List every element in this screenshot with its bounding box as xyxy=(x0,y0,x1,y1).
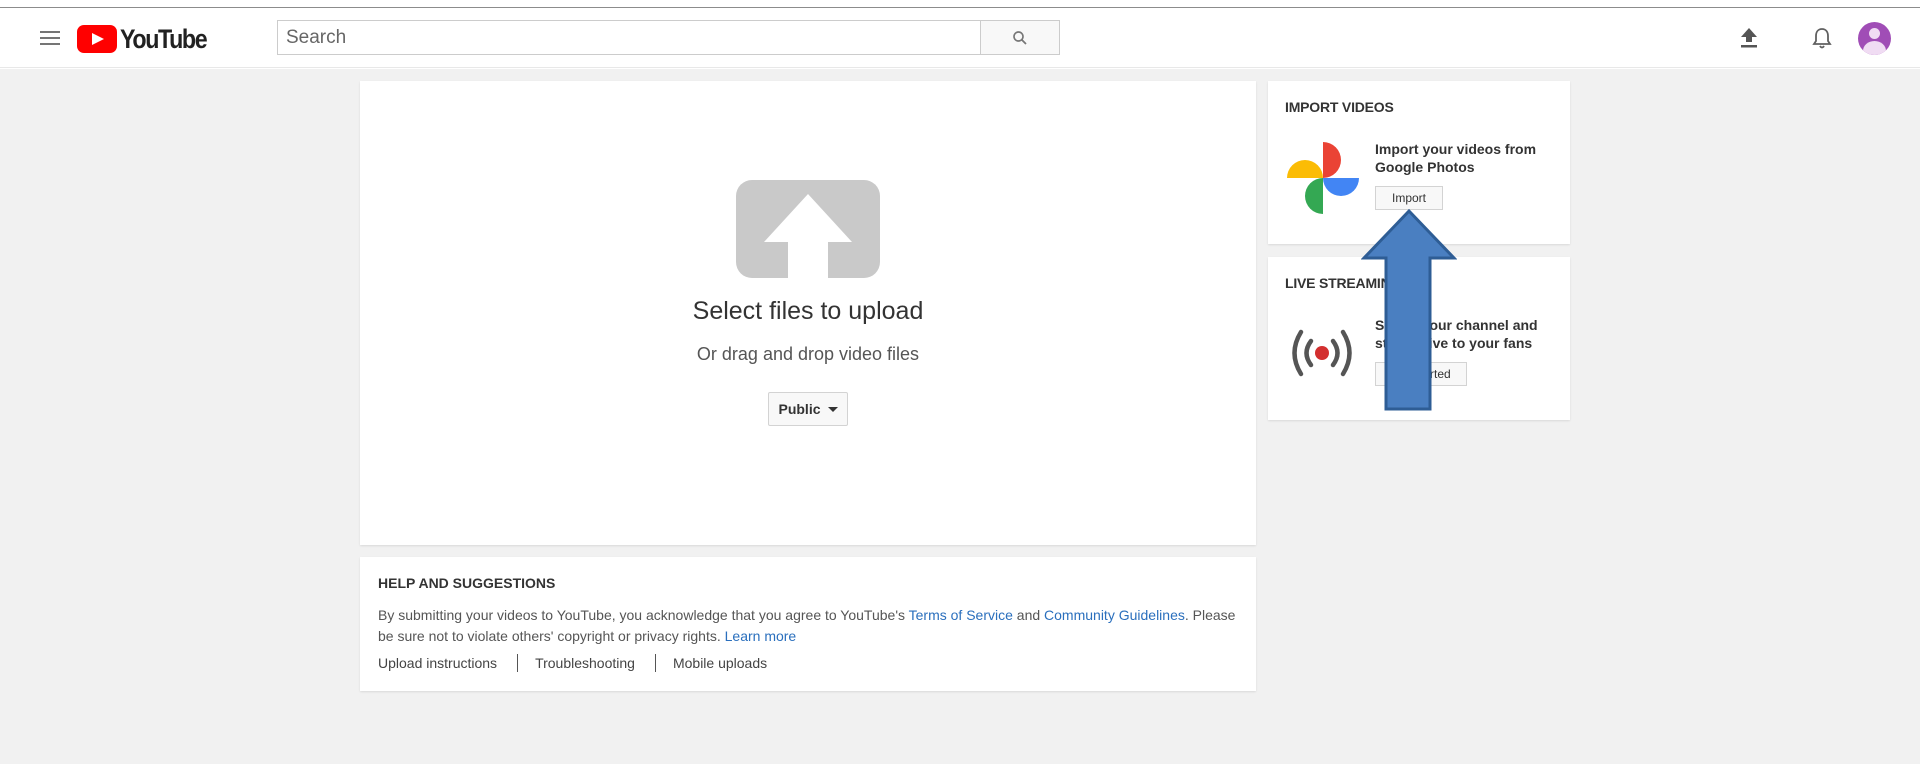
upload-panel[interactable]: Select files to upload Or drag and drop … xyxy=(360,81,1256,545)
search-placeholder: Search xyxy=(286,26,347,48)
chevron-down-icon xyxy=(827,406,838,412)
live-broadcast-icon xyxy=(1292,329,1352,377)
hamburger-menu-icon[interactable] xyxy=(40,31,60,45)
import-button[interactable]: Import xyxy=(1375,186,1443,210)
help-panel: HELP AND SUGGESTIONS By submitting your … xyxy=(360,557,1256,691)
mobile-uploads-link[interactable]: Mobile uploads xyxy=(673,655,767,671)
upload-subtitle: Or drag and drop video files xyxy=(696,344,920,364)
privacy-value: Public xyxy=(778,401,821,417)
search-icon xyxy=(1013,30,1027,45)
youtube-logo[interactable]: YouTube xyxy=(77,23,220,54)
upload-arrow-icon[interactable] xyxy=(736,180,880,278)
help-text-part: and xyxy=(1012,607,1045,623)
community-guidelines-link[interactable]: Community Guidelines xyxy=(1044,607,1185,623)
help-heading: HELP AND SUGGESTIONS xyxy=(378,575,556,591)
notifications-bell-icon[interactable] xyxy=(1812,26,1832,50)
account-avatar[interactable] xyxy=(1858,22,1891,55)
privacy-dropdown[interactable]: Public xyxy=(768,392,848,426)
divider xyxy=(517,654,519,672)
terms-of-service-link[interactable]: Terms of Service xyxy=(909,607,1013,623)
search-input[interactable]: Search xyxy=(277,20,981,55)
help-links: Upload instructions Troubleshooting Mobi… xyxy=(378,654,767,672)
youtube-wordmark: YouTube xyxy=(120,23,208,54)
search-button[interactable] xyxy=(980,20,1060,55)
learn-more-link[interactable]: Learn more xyxy=(725,628,797,644)
upload-instructions-link[interactable]: Upload instructions xyxy=(378,655,497,671)
upload-icon[interactable] xyxy=(1739,27,1759,49)
import-videos-heading: IMPORT VIDEOS xyxy=(1285,99,1394,115)
masthead: YouTube Search xyxy=(0,8,1920,68)
help-text: By submitting your videos to YouTube, yo… xyxy=(378,605,1248,647)
troubleshooting-link[interactable]: Troubleshooting xyxy=(535,655,635,671)
annotation-arrow-icon xyxy=(1361,208,1457,411)
help-text-part: By submitting your videos to YouTube, yo… xyxy=(378,607,909,623)
google-photos-icon xyxy=(1287,142,1359,214)
youtube-play-icon xyxy=(77,25,117,53)
divider xyxy=(654,654,656,672)
import-videos-description: Import your videos from Google Photos xyxy=(1375,141,1537,175)
import-button-label: Import xyxy=(1391,191,1426,205)
upload-title: Select files to upload xyxy=(692,297,924,325)
